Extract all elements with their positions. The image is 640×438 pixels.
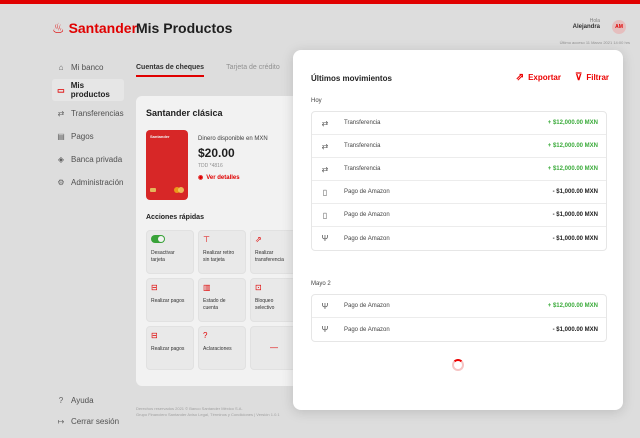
list-item[interactable]: Ψ Pago de Amazon - $1,000.00 MXN: [312, 227, 606, 250]
movement-amount: - $1,000.00 MXN: [552, 189, 598, 195]
transfer-icon: ⇄: [321, 141, 329, 151]
movement-amount: - $1,000.00 MXN: [552, 235, 598, 242]
restaurant-icon: Ψ: [321, 325, 329, 334]
export-label: Exportar: [528, 73, 561, 82]
list-item[interactable]: ⇄ Transferencia + $12,000.00 MXN: [312, 135, 606, 158]
list-item[interactable]: ⇄ Transferencia + $12,000.00 MXN: [312, 112, 606, 135]
movement-name: Transferencia: [344, 143, 381, 149]
shopping-icon: ▯: [322, 210, 328, 220]
movement-name: Pago de Amazon: [344, 303, 390, 309]
list-item[interactable]: ⇄ Transferencia + $12,000.00 MXN: [312, 158, 606, 181]
movement-amount: - $1,000.00 MXN: [552, 326, 598, 333]
movement-name: Pago de Amazon: [344, 212, 390, 218]
group-label-hoy: Hoy: [311, 98, 322, 104]
movement-name: Pago de Amazon: [344, 235, 390, 242]
group-label-mayo-2: Mayo 2: [311, 281, 331, 287]
restaurant-icon: Ψ: [321, 234, 329, 243]
movement-name: Transferencia: [344, 120, 381, 126]
loading-spinner-icon: [452, 359, 464, 371]
export-icon: ⇗: [515, 72, 525, 83]
movement-amount: + $12,000.00 MXN: [547, 120, 598, 126]
movements-list-mayo-2: Ψ Pago de Amazon + $12,000.00 MXN Ψ Pago de…: [311, 294, 607, 342]
movement-amount: + $12,000.00 MXN: [547, 166, 598, 172]
movements-list-hoy: ⇄ Transferencia + $12,000.00 MXN ⇄ Transfer…: [311, 111, 607, 251]
movements-actions: ⇗ Exportar ⊽ Filtrar: [516, 72, 609, 83]
list-item[interactable]: Ψ Pago de Amazon + $12,000.00 MXN: [312, 295, 606, 318]
shopping-icon: ▯: [322, 187, 328, 197]
filter-icon: ⊽: [575, 72, 583, 83]
movement-name: Pago de Amazon: [344, 326, 390, 333]
movement-amount: - $1,000.00 MXN: [552, 212, 598, 218]
filter-button[interactable]: ⊽ Filtrar: [575, 72, 609, 83]
export-button[interactable]: ⇗ Exportar: [516, 72, 561, 83]
movements-modal: Últimos movimientos ⇗ Exportar ⊽ Filtrar H…: [293, 50, 623, 410]
movement-amount: + $12,000.00 MXN: [547, 303, 598, 309]
restaurant-icon: Ψ: [321, 301, 329, 311]
list-item[interactable]: Ψ Pago de Amazon - $1,000.00 MXN: [312, 318, 606, 341]
movement-name: Pago de Amazon: [344, 189, 390, 195]
list-item[interactable]: ▯ Pago de Amazon - $1,000.00 MXN: [312, 181, 606, 204]
list-item[interactable]: ▯ Pago de Amazon - $1,000.00 MXN: [312, 204, 606, 227]
movements-title: Últimos movimientos: [311, 74, 392, 83]
movement-name: Transferencia: [344, 166, 381, 172]
transfer-icon: ⇄: [321, 118, 329, 128]
filter-label: Filtrar: [586, 73, 609, 82]
movement-amount: + $12,000.00 MXN: [547, 143, 598, 149]
transfer-icon: ⇄: [321, 164, 329, 174]
